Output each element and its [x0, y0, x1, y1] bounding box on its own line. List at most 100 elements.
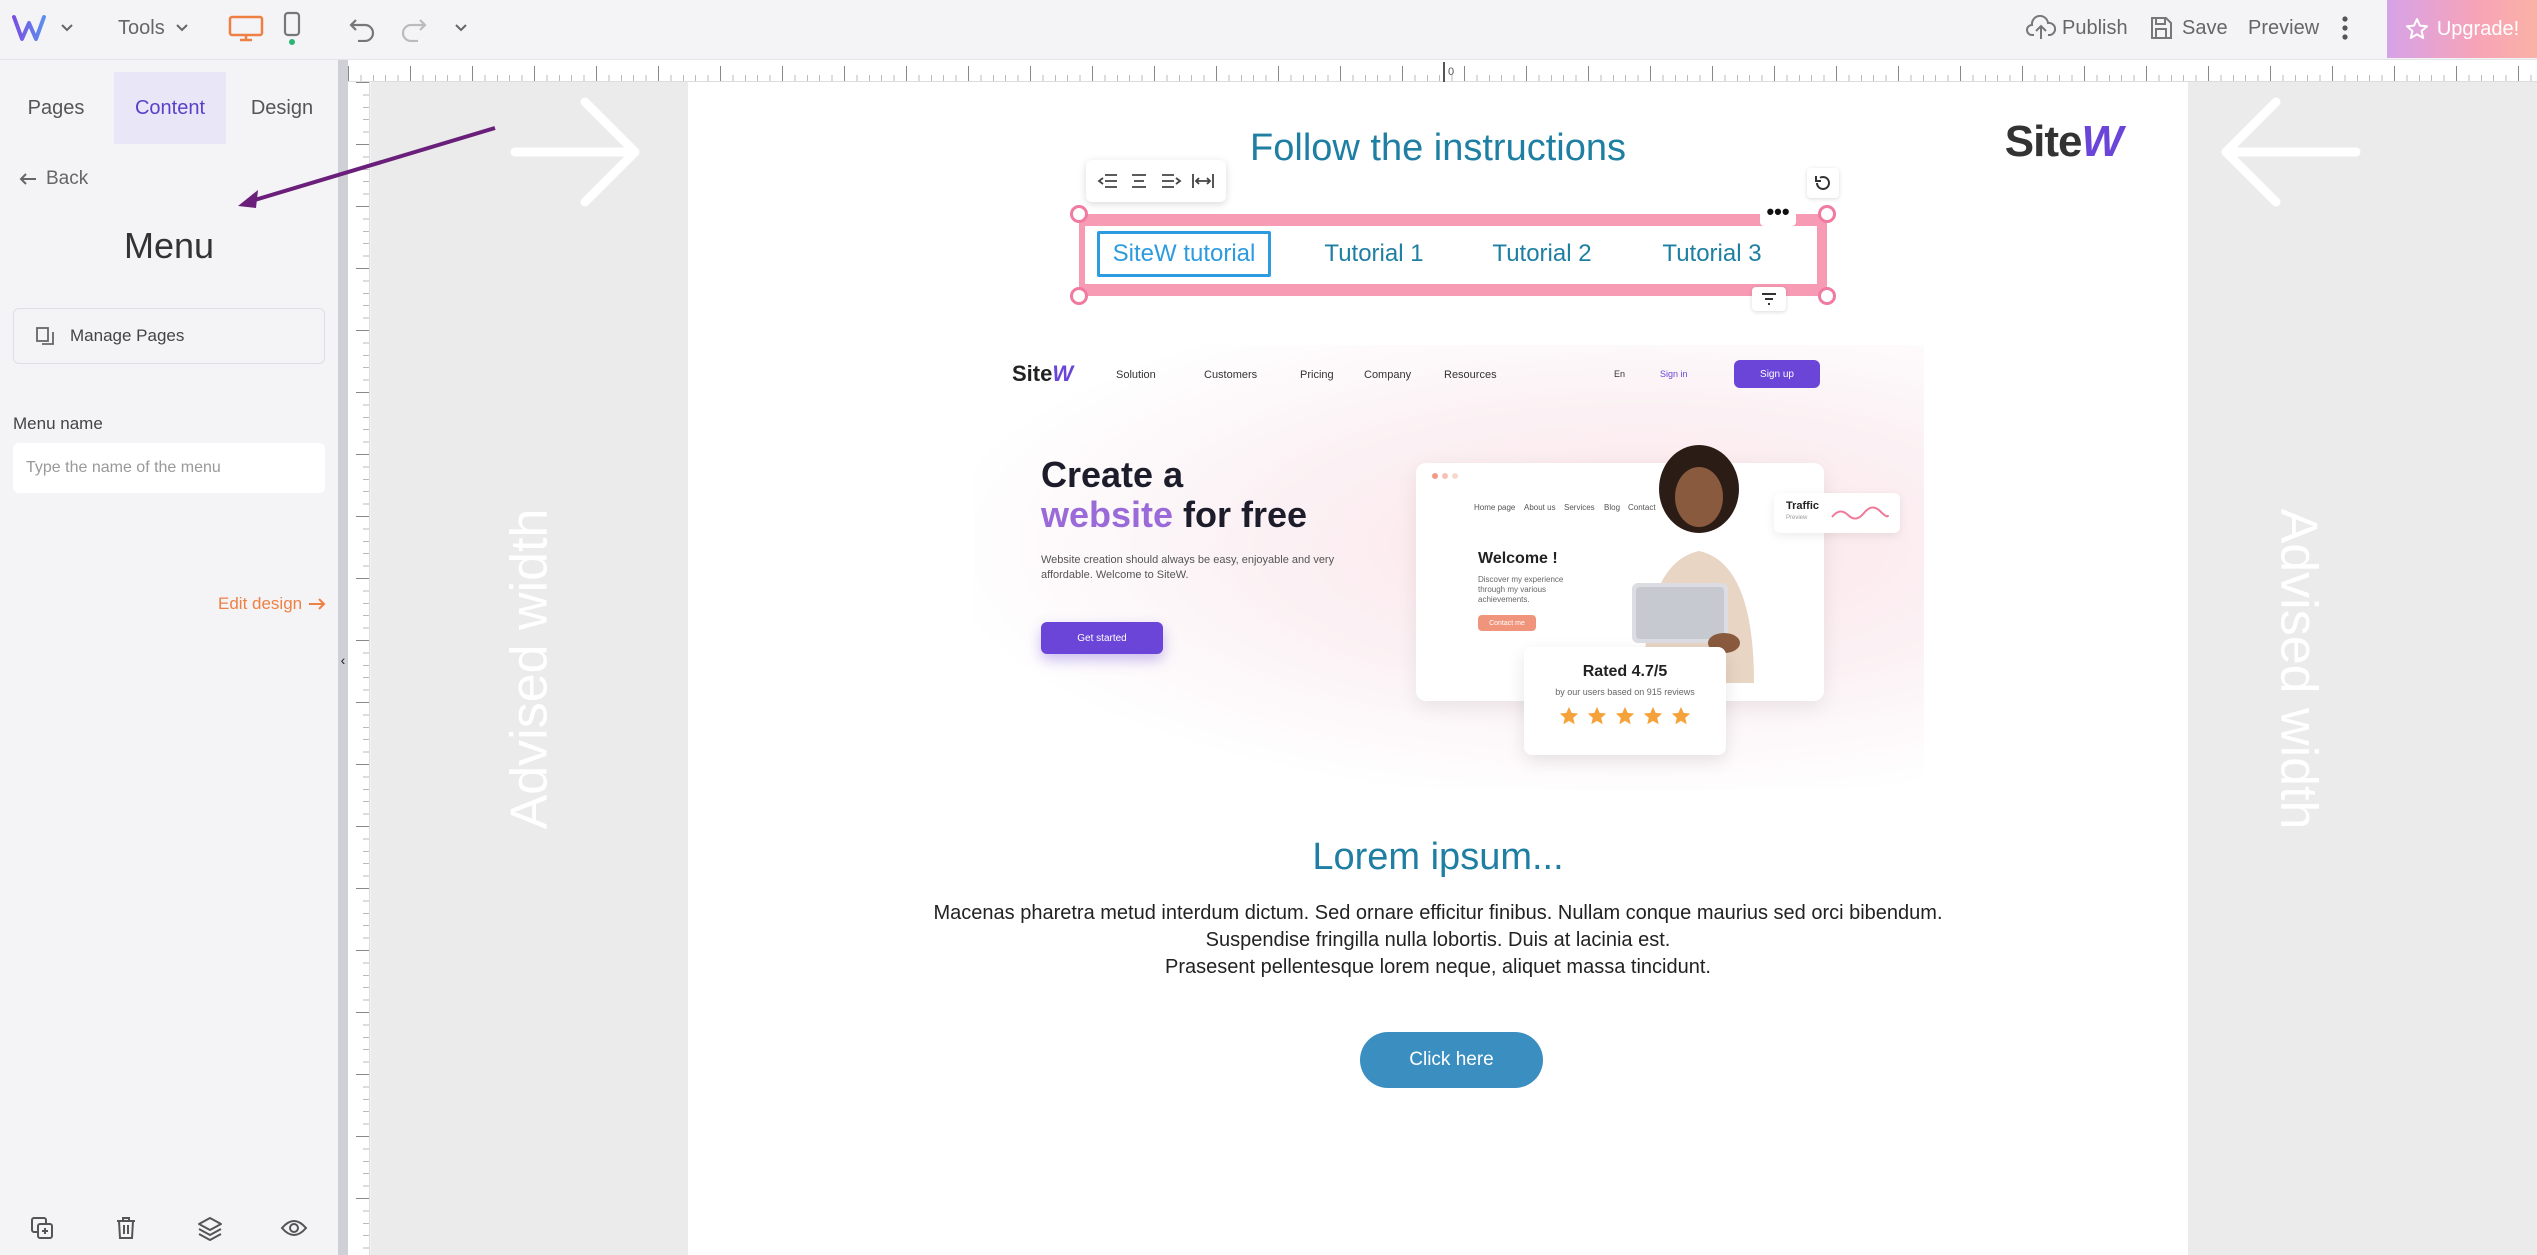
- hero-nav-lang: En: [1614, 369, 1626, 379]
- mobile-icon: [283, 11, 301, 45]
- arrow-left-icon: [19, 173, 36, 185]
- hero-nav-company: Company: [1364, 369, 1412, 381]
- publish-label: Publish: [2062, 16, 2128, 39]
- menu-item-tutorial-1[interactable]: Tutorial 1: [1299, 240, 1449, 268]
- reset-button[interactable]: [1807, 168, 1839, 198]
- save-button[interactable]: Save: [2148, 0, 2228, 56]
- tools-label: Tools: [118, 16, 165, 39]
- eye-icon: [280, 1220, 308, 1236]
- panel-footer: [0, 1208, 338, 1248]
- redo-button[interactable]: [398, 0, 428, 56]
- star-icon: [1587, 706, 1607, 725]
- click-here-button[interactable]: Click here: [1360, 1032, 1543, 1088]
- top-toolbar: Tools Publish Save Preview Upgrade!: [0, 0, 2537, 60]
- align-center-icon[interactable]: [1128, 172, 1150, 190]
- duplicate-button[interactable]: [22, 1208, 62, 1248]
- right-gutter: Advised width: [2188, 82, 2537, 1255]
- menu-name-label: Menu name: [13, 414, 103, 433]
- tab-content[interactable]: Content: [114, 72, 226, 144]
- resize-handle-bl[interactable]: [1070, 287, 1088, 305]
- desktop-icon: [228, 15, 264, 42]
- copy-pages-icon: [36, 327, 54, 345]
- back-button[interactable]: Back: [18, 168, 88, 190]
- menu-item-tutorial-2[interactable]: Tutorial 2: [1467, 240, 1617, 268]
- undo-icon: [349, 19, 375, 42]
- lorem-line-1: Macenas pharetra metud interdum dictum. …: [933, 902, 1943, 924]
- star-icon: [2405, 18, 2428, 39]
- mobile-view-button[interactable]: [282, 0, 302, 56]
- menu-settings-button[interactable]: [1752, 287, 1786, 311]
- history-dropdown-button[interactable]: [454, 0, 468, 56]
- hero-nav-solution: Solution: [1116, 369, 1156, 381]
- align-left-icon[interactable]: [1097, 172, 1119, 190]
- advised-width-left: Advised width: [500, 508, 558, 829]
- delete-button[interactable]: [106, 1208, 146, 1248]
- hero-subtitle: Website creation should always be easy, …: [1041, 554, 1335, 581]
- manage-pages-label: Manage Pages: [70, 326, 185, 345]
- chevron-down-icon: [175, 24, 188, 32]
- upgrade-button[interactable]: Upgrade!: [2387, 0, 2537, 58]
- hero-image[interactable]: SiteW Solution Customers Pricing Company…: [974, 345, 1924, 790]
- menu-item-sitew-tutorial[interactable]: SiteW tutorial: [1097, 231, 1271, 277]
- tab-pages[interactable]: Pages: [0, 72, 112, 144]
- filter-icon: [1762, 293, 1776, 305]
- menu-more-button[interactable]: •••: [1760, 201, 1796, 226]
- align-right-icon[interactable]: [1160, 172, 1182, 190]
- edit-design-label: Edit design: [218, 594, 303, 613]
- menu-bar: SiteW tutorial Tutorial 1 Tutorial 2 Tut…: [1097, 229, 1817, 279]
- hero-nav-resources: Resources: [1444, 369, 1497, 381]
- more-options-button[interactable]: [2340, 0, 2350, 56]
- arrow-right-icon: [309, 598, 326, 610]
- hero-nav: SiteW Solution Customers Pricing Company…: [974, 345, 1924, 405]
- star-icon: [1643, 706, 1663, 725]
- preview-label: Preview: [2248, 16, 2320, 39]
- tools-menu-button[interactable]: Tools: [118, 0, 189, 56]
- preview-button[interactable]: Preview: [2248, 0, 2319, 56]
- menu-item-tutorial-3[interactable]: Tutorial 3: [1637, 240, 1787, 268]
- collapse-panel-icon[interactable]: ‹: [338, 652, 348, 668]
- desktop-view-button[interactable]: [228, 0, 264, 56]
- menu-name-input[interactable]: [13, 443, 325, 493]
- chevron-down-icon: [61, 24, 73, 32]
- layers-button[interactable]: [190, 1208, 230, 1248]
- upload-icon: [2026, 15, 2056, 39]
- trash-icon: [117, 1217, 135, 1239]
- undo-button[interactable]: [348, 0, 378, 56]
- save-label: Save: [2182, 16, 2228, 39]
- app-logo-button[interactable]: [12, 0, 74, 56]
- hero-nav-signin: Sign in: [1660, 369, 1688, 379]
- hero-title: Create a website for free: [1041, 454, 1308, 535]
- star-icon: [1615, 706, 1635, 725]
- resize-handle-tr[interactable]: [1818, 205, 1836, 223]
- lorem-line-3: Prasesent pellentesque lorem neque, aliq…: [1165, 956, 1711, 978]
- reset-icon: [1815, 176, 1830, 190]
- redo-icon: [401, 19, 427, 42]
- vertical-ruler: [348, 82, 370, 1255]
- rating-stars: [1524, 705, 1726, 727]
- star-icon: [1559, 706, 1579, 725]
- resize-handle-br[interactable]: [1818, 287, 1836, 305]
- tutorial-pointer-arrow-icon: [238, 126, 496, 208]
- ruler-zero-label: 0: [1448, 66, 1455, 78]
- left-gutter: Advised width: [371, 82, 688, 1255]
- resize-handle-tl[interactable]: [1070, 205, 1088, 223]
- left-panel: Pages Content Design Back Menu Manage Pa…: [0, 60, 338, 1255]
- site-logo[interactable]: SiteW: [2005, 117, 2123, 167]
- star-icon: [1671, 706, 1691, 725]
- justify-icon[interactable]: [1191, 172, 1215, 190]
- visibility-button[interactable]: [274, 1208, 314, 1248]
- upgrade-label: Upgrade!: [2436, 17, 2520, 40]
- panel-title: Menu: [123, 225, 215, 266]
- logo-w-icon: [12, 15, 46, 41]
- manage-pages-button[interactable]: Manage Pages: [13, 308, 325, 364]
- duplicate-icon: [31, 1217, 53, 1239]
- lorem-title[interactable]: Lorem ipsum...: [688, 836, 2188, 879]
- lorem-paragraph[interactable]: Macenas pharetra metud interdum dictum. …: [688, 900, 2188, 981]
- publish-button[interactable]: Publish: [2026, 0, 2128, 56]
- page-heading: Follow the instructions: [1250, 127, 1626, 169]
- advised-width-right: Advised width: [2269, 508, 2327, 829]
- edit-design-link[interactable]: Edit design: [218, 594, 326, 614]
- more-vertical-icon: [2342, 16, 2348, 40]
- hero-logo: SiteW: [1012, 361, 1074, 386]
- lorem-line-2: Suspendise fringilla nulla lobortis. Dui…: [1205, 929, 1671, 951]
